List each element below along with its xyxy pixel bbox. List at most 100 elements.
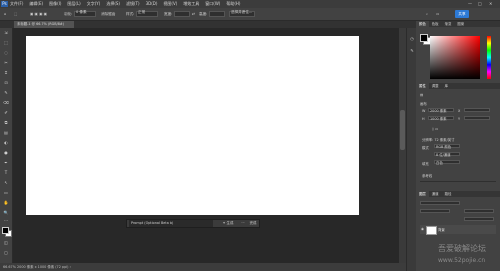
menu-type[interactable]: 文字(Y) [87, 0, 101, 8]
brush-settings-icon[interactable]: ✎ [408, 48, 416, 53]
marquee-tool-icon[interactable]: ⬚ [2, 40, 10, 45]
height-input[interactable] [209, 11, 225, 17]
generate-button[interactable]: ✦ 生成 [217, 220, 239, 227]
tab-gradients[interactable]: 渐变 [442, 21, 455, 27]
menu-select[interactable]: 选择(S) [106, 0, 120, 8]
hue-slider[interactable] [487, 36, 491, 79]
resolution-label: 分辨率: 72 像素/英寸 [422, 138, 455, 142]
swap-icon[interactable]: ⇄ [192, 8, 195, 20]
gradient-tool-icon[interactable]: ▤ [2, 130, 10, 135]
menu-view[interactable]: 视图(V) [163, 0, 177, 8]
tab-swatches[interactable]: 色板 [429, 21, 442, 27]
menu-filter[interactable]: 滤镜(T) [126, 0, 140, 8]
orientation-icon[interactable]: ▯ ▭ [432, 127, 438, 131]
workspace-icon[interactable]: ▭ [436, 8, 439, 20]
selection-mode-icons[interactable]: ▣ ▣ ▣ ▣ [30, 8, 47, 20]
feather-label: 羽化: [64, 12, 73, 16]
scrollbar-thumb[interactable] [400, 110, 405, 150]
close-icon[interactable]: ✕ [489, 0, 492, 8]
menu-file[interactable]: 文件(F) [10, 0, 23, 8]
blur-tool-icon[interactable]: ◐ [2, 140, 10, 145]
height-label: 高度: [199, 12, 208, 16]
menu-layer[interactable]: 图层(L) [67, 0, 80, 8]
menu-edit[interactable]: 编辑(E) [29, 0, 43, 8]
tab-layers[interactable]: 图层 [416, 191, 429, 197]
menu-image[interactable]: 图像(I) [49, 0, 61, 8]
right-panels: 颜色 色板 渐变 图案 属性 调整库 ▤ 画布 W 2000 像素 X H 1000 像… [416, 21, 500, 271]
tab-patterns[interactable]: 图案 [454, 21, 467, 27]
color-picker-field[interactable] [430, 36, 480, 79]
opacity-field[interactable] [464, 209, 494, 213]
pen-tool-icon[interactable]: ✒ [2, 160, 10, 165]
brush-tool-icon[interactable]: ✐ [2, 110, 10, 115]
depth-select[interactable]: 8 位/通道 [434, 152, 460, 157]
style-select[interactable]: 正常 [136, 10, 158, 17]
lasso-tool-icon[interactable]: ◌ [2, 50, 10, 55]
tab-adjustments[interactable]: 调整 [429, 83, 442, 89]
properties-panel-tabs: 属性 调整库 [416, 83, 500, 89]
h-label: H [422, 117, 425, 121]
tab-properties[interactable]: 属性 [416, 83, 429, 89]
done-button[interactable]: 完成 [247, 220, 259, 227]
frame-tool-icon[interactable]: ⌗ [2, 70, 10, 75]
crop-tool-icon[interactable]: ✂ [2, 60, 10, 65]
tab-libraries[interactable]: 库 [442, 83, 451, 89]
screen-mode-icon[interactable]: ▢ [2, 250, 10, 255]
more-options-icon[interactable]: ··· [239, 220, 247, 227]
prompt-input[interactable]: Prompt (Optional Beta b) [129, 220, 213, 227]
visibility-eye-icon[interactable]: ◉ [421, 227, 424, 231]
more-tools-icon[interactable]: ··· [2, 218, 10, 223]
eyedropper-tool-icon[interactable]: ⊡ [2, 80, 10, 85]
app-logo[interactable]: Ps [1, 1, 8, 7]
y-field[interactable] [464, 116, 490, 120]
path-select-icon[interactable]: ↖ [2, 180, 10, 185]
history-icon[interactable]: ◷ [408, 36, 416, 41]
height-field[interactable]: 1000 像素 [428, 116, 454, 121]
quick-mask-icon[interactable]: ◫ [2, 240, 10, 245]
shape-tool-icon[interactable]: ▭ [2, 190, 10, 195]
width-label: 宽度: [164, 12, 173, 16]
width-input[interactable] [174, 11, 190, 17]
minimize-icon[interactable]: — [468, 0, 472, 8]
home-icon[interactable]: ⌂ [4, 8, 6, 20]
x-label: X [458, 109, 461, 113]
layer-filter-select[interactable] [420, 201, 460, 205]
document-canvas[interactable] [26, 36, 359, 215]
feather-input[interactable]: 0 像素 [74, 10, 96, 17]
antialias-checkbox[interactable]: 消除锯齿 [101, 8, 115, 20]
w-label: W [422, 109, 426, 113]
document-tab[interactable]: 未标题-1 @ 66.7% (RGB/8#) [14, 21, 74, 28]
panel-foreground-swatch[interactable] [420, 34, 428, 42]
menu-help[interactable]: 帮助(H) [226, 0, 240, 8]
type-tool-icon[interactable]: T [2, 170, 10, 175]
marquee-tool-icon[interactable]: ⬚ [14, 8, 17, 20]
select-and-mask-button[interactable]: 选择并遮住... [229, 10, 255, 17]
tab-channels[interactable]: 通道 [429, 191, 442, 197]
menu-plugins[interactable]: 增效工具 [183, 0, 199, 8]
zoom-tool-icon[interactable]: 🔍 [2, 210, 10, 215]
menu-items: 文件(F) 编辑(E) 图像(I) 图层(L) 文字(Y) 选择(S) 滤镜(T… [10, 0, 240, 8]
clone-stamp-icon[interactable]: ⧉ [2, 120, 10, 125]
menu-bar: Ps 文件(F) 编辑(E) 图像(I) 图层(L) 文字(Y) 选择(S) 滤… [0, 0, 500, 8]
foreground-color-swatch[interactable] [2, 227, 9, 234]
fill-select[interactable]: 白色 [434, 160, 460, 165]
width-field[interactable]: 2000 像素 [428, 108, 454, 113]
share-button[interactable]: 共享 [455, 10, 469, 18]
move-tool-icon[interactable]: ⇲ [2, 30, 10, 35]
search-icon[interactable]: ⌕ [426, 8, 428, 20]
mode-select[interactable]: RGB 颜色 [434, 144, 460, 149]
menu-3d[interactable]: 3D(D) [146, 0, 158, 8]
tab-paths[interactable]: 路径 [442, 191, 455, 197]
x-field[interactable] [464, 108, 490, 112]
maximize-icon[interactable]: □ [478, 0, 482, 8]
blend-mode-select[interactable] [420, 209, 450, 213]
hand-tool-icon[interactable]: ✋ [2, 200, 10, 205]
healing-brush-icon[interactable]: ✎ [2, 90, 10, 95]
fill-opacity-field[interactable] [464, 217, 494, 221]
layer-thumbnail [426, 226, 437, 235]
eraser-tool-icon[interactable]: ⌫ [2, 100, 10, 105]
watermark-url: www.52pojie.cn [438, 257, 486, 264]
menu-window[interactable]: 窗口(W) [205, 0, 220, 8]
tab-color[interactable]: 颜色 [416, 21, 429, 27]
dodge-tool-icon[interactable]: ● [2, 150, 10, 155]
